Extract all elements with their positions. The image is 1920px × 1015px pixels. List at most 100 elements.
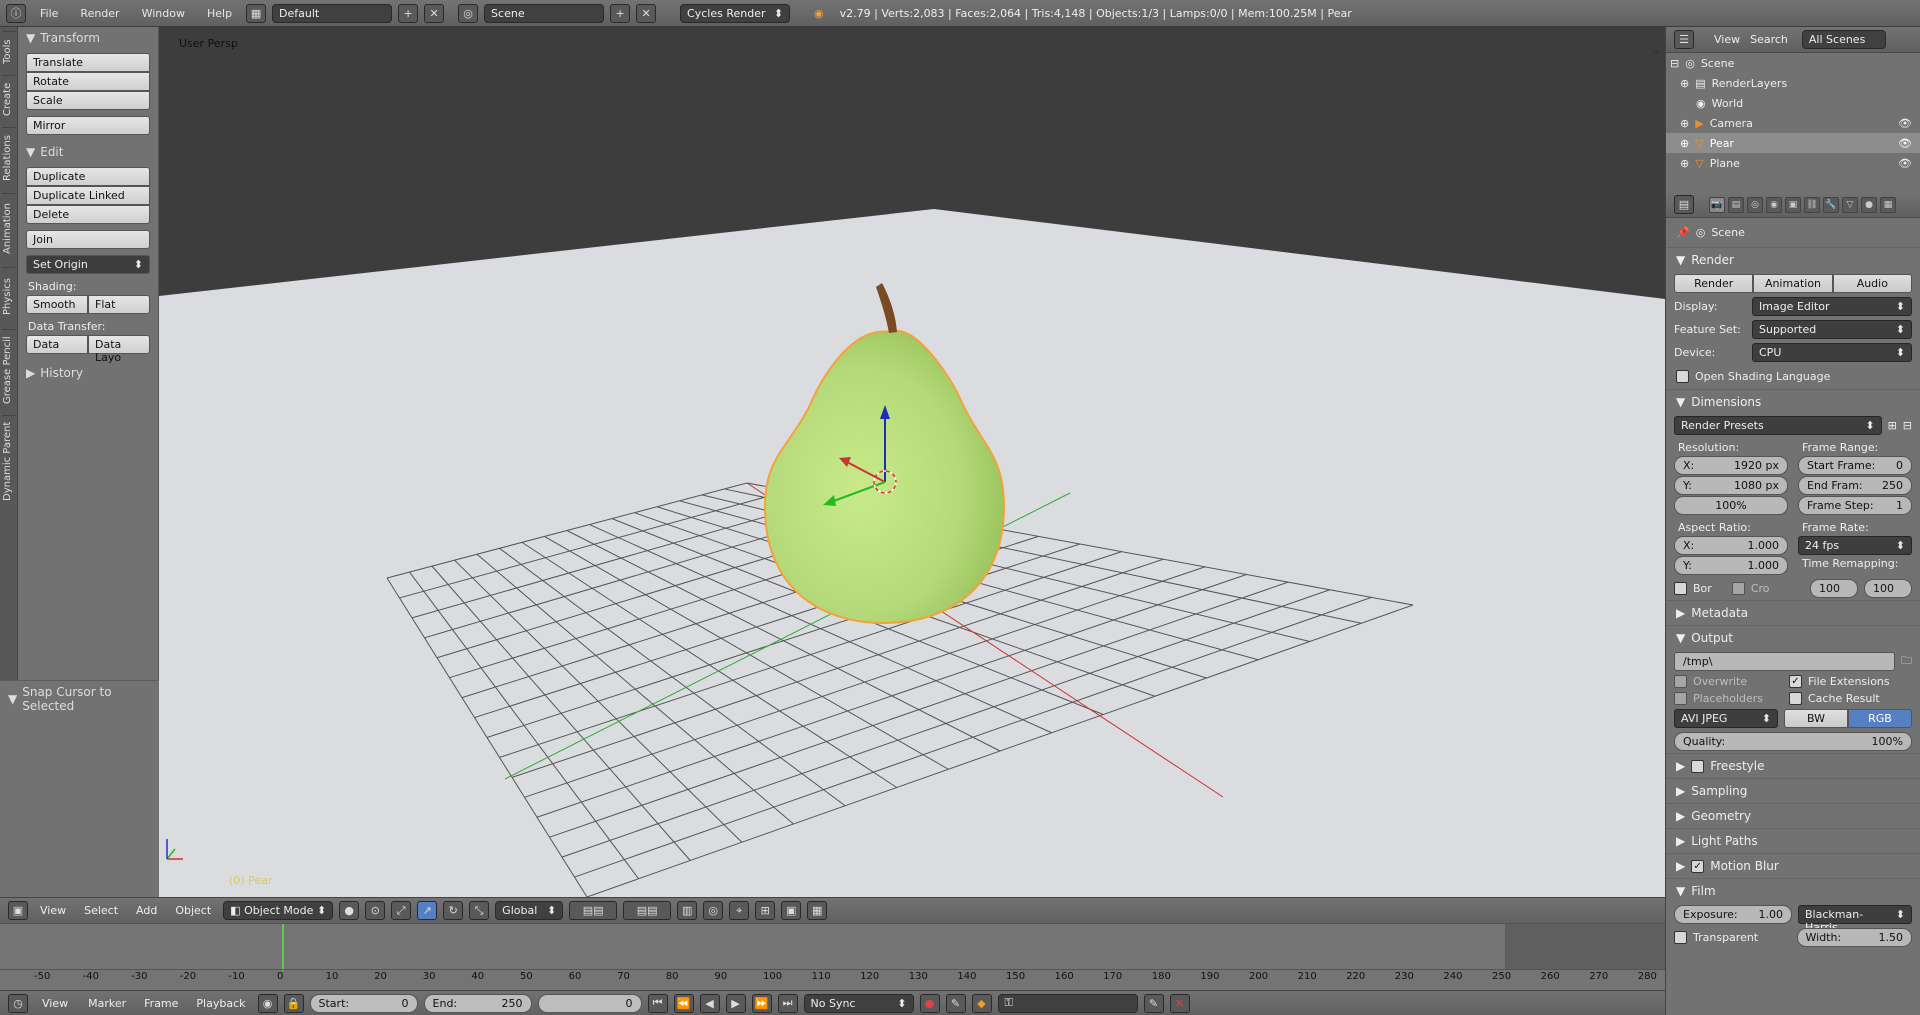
pivot-point-icon[interactable]: ⊙	[365, 901, 386, 920]
add-scene-icon[interactable]: +	[610, 3, 631, 23]
keyframe-icon[interactable]: ◆	[971, 993, 992, 1013]
constraints-tab-icon[interactable]: ⛓	[1804, 196, 1820, 213]
outliner-row-pear[interactable]: ⊕ ▽ Pear 👁	[1666, 133, 1920, 153]
audio-button[interactable]: Audio	[1832, 274, 1912, 293]
tab-physics[interactable]: Physics	[2, 267, 16, 325]
modifiers-tab-icon[interactable]: 🔧	[1823, 196, 1839, 213]
layers-grid-1-icon[interactable]: ▤▤	[569, 901, 618, 920]
3d-viewport[interactable]: User Persp (0) Pear +	[159, 27, 1665, 897]
border-checkbox[interactable]	[1674, 582, 1687, 595]
join-button[interactable]: Join	[26, 230, 150, 249]
outliner-row-scene[interactable]: ⊟ ◎ Scene	[1666, 53, 1920, 73]
remove-scene-icon[interactable]: ✕	[636, 3, 657, 23]
translate-manipulator-icon[interactable]: ↗	[417, 901, 438, 920]
visibility-eye-icon[interactable]: 👁	[1898, 157, 1912, 170]
snap-panel-header[interactable]: ▼ Snap Cursor to Selected	[0, 681, 159, 717]
play-reverse-icon[interactable]: ◀	[699, 993, 720, 1013]
manipulator-icon[interactable]: ⤢	[391, 901, 412, 920]
menu-search[interactable]: Search	[1750, 33, 1788, 46]
resolution-percent-field[interactable]: 100%	[1674, 496, 1788, 515]
menu-file[interactable]: File	[32, 7, 66, 20]
menu-window[interactable]: Window	[134, 7, 193, 20]
tab-animation[interactable]: Animation	[2, 193, 16, 263]
tab-relations[interactable]: Relations	[2, 127, 16, 189]
layout-grid-icon[interactable]: ▦	[246, 3, 267, 23]
output-section-header[interactable]: ▼ Output	[1666, 625, 1920, 650]
menu-select[interactable]: Select	[78, 904, 124, 917]
data-button[interactable]: Data	[26, 335, 88, 354]
smooth-button[interactable]: Smooth	[26, 295, 88, 314]
delete-button[interactable]: Delete	[26, 205, 150, 224]
end-frame-field[interactable]: End Fram: 250	[1798, 476, 1912, 495]
start-frame-field[interactable]: Start: 0	[309, 993, 418, 1013]
menu-add[interactable]: Add	[130, 904, 163, 917]
lock-icon[interactable]: 🔒	[283, 993, 304, 1013]
folder-icon[interactable]: 🗀	[1901, 652, 1912, 671]
viewport-split-icon[interactable]: +	[1652, 45, 1661, 58]
add-layout-icon[interactable]: +	[398, 3, 419, 23]
resolution-y-field[interactable]: Y: 1080 px	[1674, 476, 1788, 495]
rgb-button[interactable]: RGB	[1848, 709, 1912, 728]
tab-tools[interactable]: Tools	[2, 31, 16, 71]
render-section-header[interactable]: ▼ Render	[1666, 247, 1920, 272]
layout-select[interactable]: Default	[272, 3, 393, 23]
tab-grease-pencil[interactable]: Grease Pencil	[2, 329, 16, 411]
keying-icon[interactable]: ✎	[945, 993, 966, 1013]
keying-set-field[interactable]: ⚿	[997, 993, 1138, 1013]
opengl-anim-icon[interactable]: ▦	[807, 901, 828, 920]
remap-new-field[interactable]: 100	[1864, 579, 1912, 598]
render-tab-icon[interactable]: 📷	[1709, 196, 1725, 213]
mirror-button[interactable]: Mirror	[26, 116, 150, 135]
motion-blur-section-header[interactable]: ▶ ✓ Motion Blur	[1666, 853, 1920, 878]
start-frame-field[interactable]: Start Frame: 0	[1798, 456, 1912, 475]
transparent-checkbox[interactable]	[1674, 931, 1687, 944]
aspect-x-field[interactable]: X: 1.000	[1674, 536, 1788, 555]
record-icon[interactable]: ●	[919, 993, 940, 1013]
pin-icon[interactable]: 📌	[1676, 226, 1690, 239]
end-frame-field[interactable]: End: 250	[423, 993, 532, 1013]
frame-step-field[interactable]: Frame Step: 1	[1798, 496, 1912, 515]
outliner-row-world[interactable]: ◉ World	[1666, 93, 1920, 113]
tab-dynamic-parent[interactable]: Dynamic Parent	[2, 415, 16, 507]
menu-render[interactable]: Render	[72, 7, 127, 20]
visibility-eye-icon[interactable]: 👁	[1898, 137, 1912, 150]
animation-button[interactable]: Animation	[1753, 274, 1833, 293]
orientation-select[interactable]: Global ⬍	[495, 901, 564, 920]
osl-checkbox[interactable]	[1676, 370, 1689, 383]
menu-object[interactable]: Object	[169, 904, 217, 917]
filter-width-field[interactable]: Width: 1.50	[1796, 928, 1912, 947]
preview-range-icon[interactable]: ◉	[257, 993, 278, 1013]
object-tab-icon[interactable]: ▣	[1785, 196, 1801, 213]
geometry-section-header[interactable]: ▶ Geometry	[1666, 803, 1920, 828]
overwrite-checkbox[interactable]	[1674, 675, 1687, 688]
render-engine-select[interactable]: Cycles Render ⬍	[680, 3, 791, 23]
mode-select[interactable]: ◧ Object Mode ⬍	[223, 901, 334, 920]
info-editor-icon[interactable]: ⓘ	[6, 3, 26, 23]
duplicate-button[interactable]: Duplicate	[26, 167, 150, 186]
material-tab-icon[interactable]: ●	[1861, 196, 1877, 213]
freestyle-section-header[interactable]: ▶ Freestyle	[1666, 753, 1920, 778]
properties-editor-icon[interactable]: ▤	[1674, 195, 1694, 214]
file-extensions-checkbox[interactable]: ✓	[1789, 675, 1802, 688]
viewport-shading-icon[interactable]: ●	[339, 901, 360, 920]
jump-key-forward-icon[interactable]: ⏩	[751, 993, 772, 1013]
sampling-section-header[interactable]: ▶ Sampling	[1666, 778, 1920, 803]
current-frame-marker[interactable]	[282, 924, 284, 971]
exposure-field[interactable]: Exposure: 1.00	[1674, 905, 1792, 924]
render-button[interactable]: Render	[1674, 274, 1754, 293]
history-panel-header[interactable]: ▶ History	[18, 362, 158, 384]
render-layers-tab-icon[interactable]: ▤	[1728, 196, 1744, 213]
scale-button[interactable]: Scale	[26, 91, 150, 110]
resolution-x-field[interactable]: X: 1920 px	[1674, 456, 1788, 475]
snap-element-icon[interactable]: ⊞	[755, 901, 776, 920]
outliner-row-plane[interactable]: ⊕ ▽ Plane 👁	[1666, 153, 1920, 173]
output-path-field[interactable]: /tmp\	[1674, 652, 1895, 671]
editor-type-icon[interactable]: ▣	[8, 901, 28, 920]
current-frame-field[interactable]: 0	[537, 993, 642, 1013]
set-origin-dropdown[interactable]: Set Origin ⬍	[26, 255, 150, 274]
jump-key-back-icon[interactable]: ⏪	[673, 993, 694, 1013]
feature-set-select[interactable]: Supported ⬍	[1752, 320, 1912, 339]
freestyle-checkbox[interactable]	[1691, 759, 1705, 773]
menu-help[interactable]: Help	[199, 7, 240, 20]
placeholders-checkbox[interactable]	[1674, 692, 1687, 705]
